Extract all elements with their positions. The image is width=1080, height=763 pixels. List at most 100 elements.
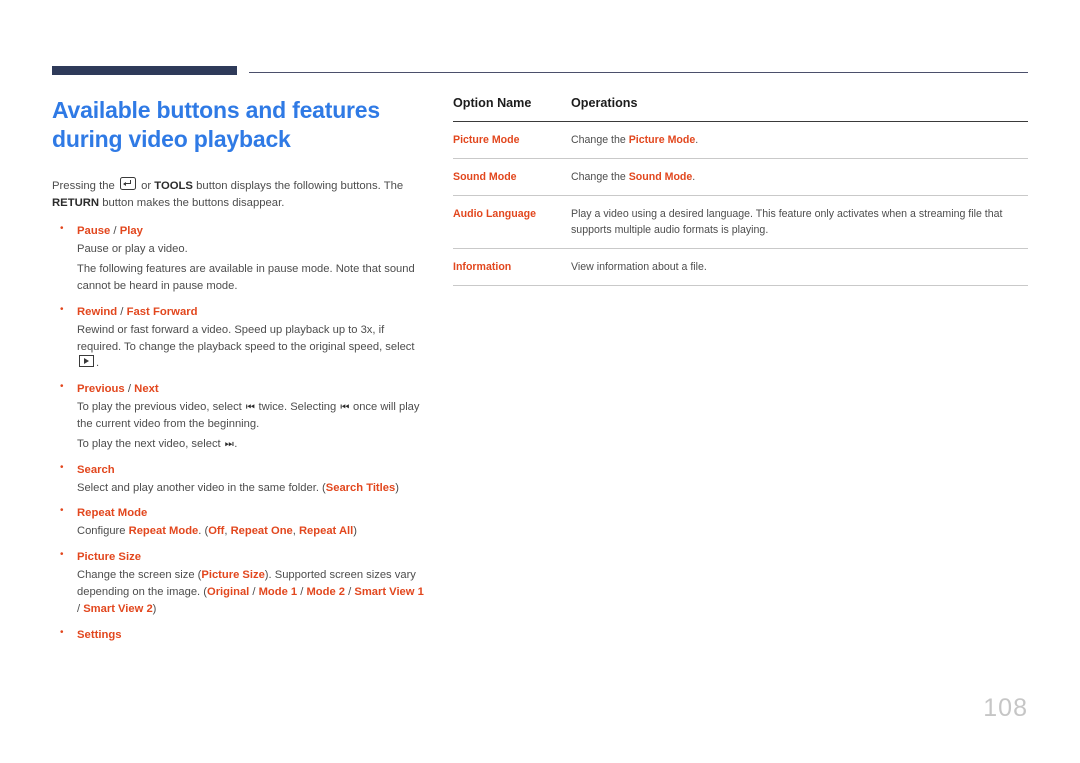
highlight-picture-mode: Picture Mode xyxy=(628,134,696,146)
cell-operation-description: Play a video using a desired language. T… xyxy=(571,195,1028,250)
list-item: Picture Size Change the screen size (Pic… xyxy=(52,548,424,617)
table-row: Audio Language Play a video using a desi… xyxy=(453,195,1028,250)
cell-option-name: Information xyxy=(453,248,571,287)
bullet-body-part-b: . ( xyxy=(198,525,209,538)
bullet-heading-part-b: Play xyxy=(119,225,143,238)
bullet-body-part-b: ) xyxy=(395,481,399,494)
table-header-row: Option Name Operations xyxy=(453,96,1028,122)
column-header-operations: Operations xyxy=(571,96,638,110)
play-box-icon xyxy=(79,355,94,368)
bullet-body-text: Pause or play a video. xyxy=(77,243,188,256)
bullet-heading-part-a: Rewind xyxy=(77,305,118,318)
bullet-body-part-c: / xyxy=(249,586,259,599)
table-row: Picture Mode Change the Picture Mode. xyxy=(453,121,1028,160)
page-title: Available buttons and features during vi… xyxy=(52,96,424,155)
list-item: Settings xyxy=(52,626,424,643)
highlight-repeat-one: Repeat One xyxy=(230,525,293,538)
bullet-heading-rewind-fast-forward: Rewind / Fast Forward xyxy=(77,304,424,320)
intro-paragraph: Pressing the or TOOLS button displays th… xyxy=(52,176,424,211)
list-item: Repeat Mode Configure Repeat Mode. (Off,… xyxy=(52,504,424,540)
feature-bullet-list: Pause / Play Pause or play a video. The … xyxy=(52,222,424,643)
bullet-heading-pause-play: Pause / Play xyxy=(77,223,424,239)
highlight-mode-2: Mode 2 xyxy=(306,586,346,599)
list-item: Search Select and play another video in … xyxy=(52,461,424,497)
bullet-body-text: To play the previous video, select ⏮ twi… xyxy=(77,399,424,433)
intro-text-part-2: or xyxy=(137,179,155,192)
table-row: Information View information about a fil… xyxy=(453,248,1028,287)
highlight-repeat-all: Repeat All xyxy=(298,525,354,538)
desc-part-a: View information about a file. xyxy=(571,261,707,274)
page-title-line-1: Available buttons and features xyxy=(52,97,380,123)
intro-text-part-3: button displays the following buttons. T… xyxy=(192,179,404,192)
bullet-body-text: Rewind or fast forward a video. Speed up… xyxy=(77,322,424,372)
bullet-body-text: Configure Repeat Mode. (Off, Repeat One,… xyxy=(77,523,424,540)
bullet-body-part-e: / xyxy=(345,586,355,599)
bullet-body-text: The following features are available in … xyxy=(77,263,415,292)
list-item: Previous / Next To play the previous vid… xyxy=(52,380,424,453)
bullet-heading-search: Search xyxy=(77,463,115,476)
bullet-heading-part-b: Fast Forward xyxy=(126,305,198,318)
bullet-body-part-b: . xyxy=(96,357,100,370)
highlight-mode-1: Mode 1 xyxy=(258,586,298,599)
intro-bold-return: RETURN xyxy=(52,196,100,209)
page-number: 108 xyxy=(983,694,1028,722)
left-column: Available buttons and features during vi… xyxy=(52,96,424,652)
intro-bold-tools: TOOLS xyxy=(154,179,193,192)
bullet-body-text: To play the next video, select ⏭. xyxy=(77,436,424,453)
bullet-body-part-a: Configure xyxy=(77,525,129,538)
header-rule-thick-bar xyxy=(52,66,237,75)
bullet-heading-part-a: Previous xyxy=(77,383,125,396)
cell-operation-description: Change the Sound Mode. xyxy=(571,158,1028,197)
bullet-body-part-a: Rewind or fast forward a video. Speed up… xyxy=(77,323,415,353)
desc-part-a: Change the xyxy=(571,134,629,146)
bullet-heading-separator: / xyxy=(117,305,127,318)
bullet-heading-settings: Settings xyxy=(77,628,122,641)
header-rule-thin-line xyxy=(249,72,1028,73)
highlight-off: Off xyxy=(208,525,225,538)
highlight-smart-view-1: Smart View 1 xyxy=(354,586,424,599)
bullet-body-part-b: twice. Selecting xyxy=(255,401,340,414)
desc-part-b: . xyxy=(695,134,699,146)
bullet-heading-part-a: Pause xyxy=(77,225,111,238)
highlight-smart-view-2: Smart View 2 xyxy=(83,602,153,615)
bullet-body-text: Select and play another video in the sam… xyxy=(77,480,424,497)
bullet-body-part-a: To play the previous video, select xyxy=(77,401,245,414)
page-title-line-2: during video playback xyxy=(52,126,291,153)
table-header: Option Name Operations xyxy=(453,96,1028,122)
bullet-heading-separator: / xyxy=(124,383,135,396)
desc-part-a: Play a video using a desired language. T… xyxy=(571,208,1003,237)
highlight-picture-size: Picture Size xyxy=(201,569,265,582)
table-body: Picture Mode Change the Picture Mode. So… xyxy=(453,121,1028,287)
column-header-option-name: Option Name xyxy=(453,96,532,110)
list-item: Pause / Play Pause or play a video. The … xyxy=(52,222,424,294)
bullet-body-part-a: To play the next video, select xyxy=(77,437,224,450)
skip-previous-icon: ⏮ xyxy=(245,402,255,414)
bullet-heading-previous-next: Previous / Next xyxy=(77,381,424,397)
bullet-body-part-b: . xyxy=(234,437,238,450)
intro-text-part-1: Pressing the xyxy=(52,179,118,192)
intro-text-part-4: button makes the buttons disappear. xyxy=(99,196,285,209)
cell-option-name: Audio Language xyxy=(453,195,571,250)
bullet-heading-picture-size: Picture Size xyxy=(77,551,142,564)
bullet-body-part-a: Select and play another video in the sam… xyxy=(77,481,326,494)
bullet-body-text: Change the screen size (Picture Size). S… xyxy=(77,567,424,617)
bullet-heading-repeat-mode: Repeat Mode xyxy=(77,507,148,520)
cell-operation-description: View information about a file. xyxy=(571,248,1028,287)
skip-previous-icon: ⏮ xyxy=(340,402,349,414)
cell-operation-description: Change the Picture Mode. xyxy=(571,121,1028,160)
bullet-body-part-e: ) xyxy=(353,525,357,538)
bullet-heading-separator: / xyxy=(110,225,120,238)
enter-key-icon xyxy=(119,176,136,190)
highlight-search-titles: Search Titles xyxy=(325,481,396,494)
manual-page: Available buttons and features during vi… xyxy=(0,0,1080,763)
options-table: Option Name Operations Picture Mode Chan… xyxy=(453,96,1028,287)
table-row: Sound Mode Change the Sound Mode. xyxy=(453,158,1028,197)
highlight-repeat-mode: Repeat Mode xyxy=(128,525,199,538)
highlight-sound-mode: Sound Mode xyxy=(628,171,693,184)
right-column: Option Name Operations Picture Mode Chan… xyxy=(453,96,1028,287)
skip-next-icon: ⏭ xyxy=(224,438,234,450)
highlight-original: Original xyxy=(207,586,250,599)
list-item: Rewind / Fast Forward Rewind or fast for… xyxy=(52,303,424,372)
bullet-body-part-a: Change the screen size ( xyxy=(77,569,202,582)
desc-part-b: . xyxy=(692,171,696,184)
